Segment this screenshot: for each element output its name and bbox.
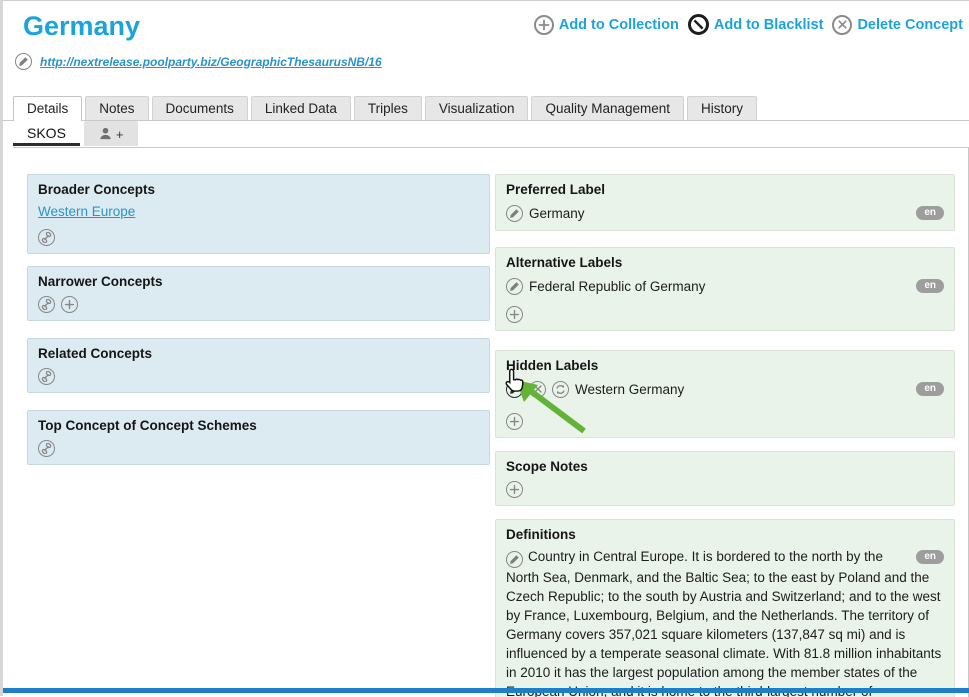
app-window: Germany http://nextrelease.poolparty.biz… bbox=[0, 0, 969, 696]
page-title: Germany bbox=[23, 11, 140, 42]
box-title: Broader Concepts bbox=[38, 182, 479, 197]
tab-visualization[interactable]: Visualization bbox=[425, 96, 529, 120]
plus-icon[interactable] bbox=[506, 413, 523, 430]
tab-details[interactable]: Details bbox=[13, 96, 82, 121]
blacklist-icon bbox=[688, 14, 709, 35]
subtab-add-profile[interactable]: + bbox=[84, 121, 138, 146]
concept-uri-link[interactable]: http://nextrelease.poolparty.biz/Geograp… bbox=[40, 55, 382, 69]
definition-text: Country in Central Europe. It is bordere… bbox=[506, 549, 941, 697]
tab-linked-data[interactable]: Linked Data bbox=[251, 96, 351, 120]
box-title: Alternative Labels bbox=[506, 255, 944, 270]
lang-badge: en bbox=[916, 550, 944, 564]
hidden-labels-box: Hidden Labels Western Germany en bbox=[495, 350, 955, 438]
swap-icon[interactable] bbox=[552, 381, 569, 398]
tab-triples[interactable]: Triples bbox=[354, 96, 422, 120]
delete-concept-button[interactable]: Delete Concept bbox=[832, 15, 963, 35]
edit-uri-icon[interactable] bbox=[15, 53, 32, 70]
link-icon[interactable] bbox=[38, 296, 55, 313]
plus-icon[interactable] bbox=[61, 296, 78, 313]
preferred-label-value: Germany bbox=[529, 206, 585, 221]
lang-badge: en bbox=[916, 279, 944, 293]
narrower-concepts-box: Narrower Concepts bbox=[27, 266, 490, 321]
broader-concept-link[interactable]: Western Europe bbox=[38, 204, 135, 219]
broader-concepts-box: Broader Concepts Western Europe bbox=[27, 174, 490, 254]
add-to-blacklist-button[interactable]: Add to Blacklist bbox=[688, 14, 824, 35]
box-title: Top Concept of Concept Schemes bbox=[38, 418, 479, 433]
concept-uri-row: http://nextrelease.poolparty.biz/Geograp… bbox=[15, 53, 382, 70]
plus-icon[interactable] bbox=[506, 481, 523, 498]
relations-column: Broader Concepts Western Europe Narrower… bbox=[27, 174, 490, 465]
hidden-label-value: Western Germany bbox=[575, 382, 684, 397]
header-actions: Add to Collection Add to Blacklist Delet… bbox=[534, 14, 963, 35]
edit-icon[interactable] bbox=[506, 381, 523, 398]
box-title: Definitions bbox=[506, 527, 944, 542]
subtab-skos[interactable]: SKOS bbox=[13, 121, 80, 146]
lang-badge: en bbox=[916, 382, 944, 396]
x-icon[interactable] bbox=[529, 381, 546, 398]
related-concepts-box: Related Concepts bbox=[27, 338, 490, 393]
plus-icon[interactable] bbox=[506, 306, 523, 323]
tab-notes[interactable]: Notes bbox=[85, 96, 148, 120]
tab-history[interactable]: History bbox=[687, 96, 757, 120]
sub-tabs: SKOS + bbox=[13, 121, 138, 146]
edit-icon[interactable] bbox=[506, 551, 523, 568]
preferred-label-box: Preferred Label Germany en bbox=[495, 174, 955, 231]
main-tabs: Details Notes Documents Linked Data Trip… bbox=[13, 96, 757, 121]
edit-icon[interactable] bbox=[506, 278, 523, 295]
bottom-edge-bar bbox=[3, 688, 969, 693]
definition-entry: enCountry in Central Europe. It is borde… bbox=[506, 547, 944, 697]
alternative-label-value: Federal Republic of Germany bbox=[529, 279, 705, 294]
tab-quality-management[interactable]: Quality Management bbox=[531, 96, 684, 120]
box-title: Narrower Concepts bbox=[38, 274, 479, 289]
scope-notes-box: Scope Notes bbox=[495, 451, 955, 506]
add-to-collection-button[interactable]: Add to Collection bbox=[534, 15, 679, 35]
top-concept-box: Top Concept of Concept Schemes bbox=[27, 410, 490, 465]
link-icon[interactable] bbox=[38, 440, 55, 457]
lang-badge: en bbox=[916, 206, 944, 220]
edit-icon[interactable] bbox=[506, 205, 523, 222]
x-circle-icon bbox=[832, 15, 852, 35]
definitions-box: Definitions enCountry in Central Europe.… bbox=[495, 519, 955, 697]
details-panel: Broader Concepts Western Europe Narrower… bbox=[13, 147, 969, 697]
labels-column: Preferred Label Germany en Alternative L… bbox=[495, 174, 955, 697]
box-title: Hidden Labels bbox=[506, 358, 944, 373]
person-icon bbox=[98, 126, 113, 144]
box-title: Related Concepts bbox=[38, 346, 479, 361]
link-icon[interactable] bbox=[38, 229, 55, 246]
link-icon[interactable] bbox=[38, 368, 55, 385]
box-title: Preferred Label bbox=[506, 182, 944, 197]
plus-circle-icon bbox=[534, 15, 554, 35]
tab-documents[interactable]: Documents bbox=[152, 96, 248, 120]
alternative-labels-box: Alternative Labels Federal Republic of G… bbox=[495, 247, 955, 331]
box-title: Scope Notes bbox=[506, 459, 944, 474]
